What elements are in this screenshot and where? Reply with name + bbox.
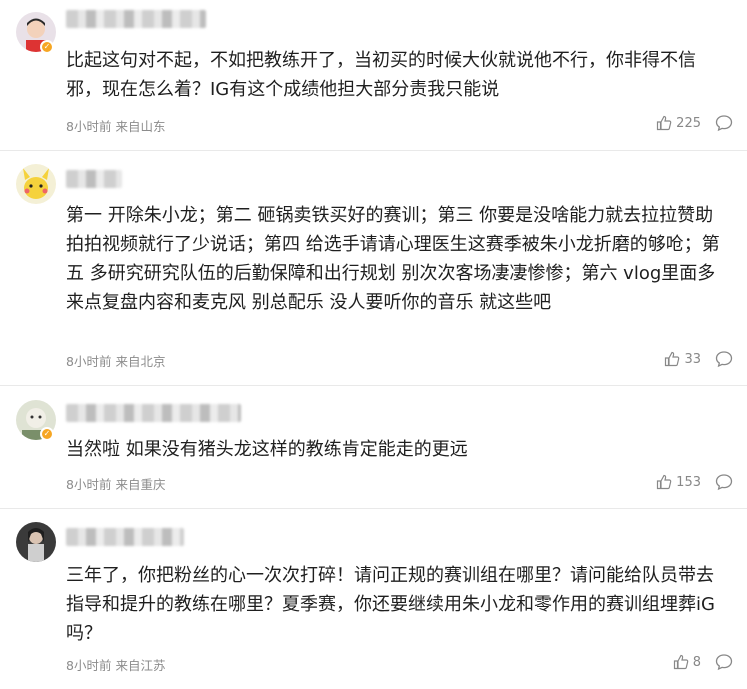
comment-meta: 8小时前 来自山东 (66, 116, 169, 135)
verified-badge-icon: ✓ (40, 427, 54, 441)
comment-item: 第一 开除朱小龙；第二 砸锅卖铁买好的赛训；第三 你要是没啥能力就去拉拉赞助拍拍… (0, 150, 747, 385)
comment-meta: 8小时前 来自江苏 (66, 655, 169, 674)
comment-location: 来自北京 (115, 354, 166, 369)
like-count: 153 (676, 474, 701, 490)
comment-location: 来自江苏 (115, 658, 166, 673)
thumbs-up-icon (657, 115, 672, 131)
like-count: 8 (692, 654, 701, 670)
comment-item: ✓ 当然啦 如果没有猪头龙这样的教练肯定能走的更远 8小时前 来自重庆 153 (0, 385, 747, 508)
comment-bubble-icon[interactable] (715, 350, 733, 368)
thumbs-up-icon (665, 351, 680, 367)
comment-item: ✓ 比起这句对不起，不如把教练开了，当初买的时候大伙就说他不行，你非得不信邪，现… (0, 0, 747, 150)
comment-item: 三年了，你把粉丝的心一次次打碎！请问正规的赛训组在哪里？请问能给队员带去指导和提… (0, 508, 747, 689)
like-count: 225 (676, 115, 701, 131)
like-button[interactable]: 153 (656, 474, 701, 490)
like-button[interactable]: 225 (656, 115, 701, 131)
avatar[interactable] (16, 164, 56, 204)
comment-meta: 8小时前 来自北京 (66, 351, 169, 370)
username-blurred[interactable] (66, 170, 122, 188)
avatar[interactable] (16, 522, 56, 562)
comment-location: 来自山东 (115, 119, 166, 134)
comment-time: 8小时前 (66, 658, 112, 673)
comment-meta: 8小时前 来自重庆 (66, 474, 169, 493)
username-blurred[interactable] (66, 404, 241, 422)
comment-bubble-icon[interactable] (715, 114, 733, 132)
comment-time: 8小时前 (66, 119, 112, 134)
username-blurred[interactable] (66, 528, 184, 546)
comment-bubble-icon[interactable] (715, 473, 733, 491)
like-count: 33 (684, 351, 701, 367)
thumbs-up-icon (657, 474, 672, 490)
username-blurred[interactable] (66, 10, 206, 28)
comment-text: 三年了，你把粉丝的心一次次打碎！请问正规的赛训组在哪里？请问能给队员带去指导和提… (66, 565, 715, 644)
comment-time: 8小时前 (66, 354, 112, 369)
verified-badge-icon: ✓ (40, 40, 54, 54)
comment-location: 来自重庆 (115, 477, 166, 492)
comment-text: 第一 开除朱小龙；第二 砸锅卖铁买好的赛训；第三 你要是没啥能力就去拉拉赞助拍拍… (66, 205, 720, 313)
comment-bubble-icon[interactable] (715, 653, 733, 671)
comment-text: 比起这句对不起，不如把教练开了，当初买的时候大伙就说他不行，你非得不信邪，现在怎… (66, 50, 696, 100)
comment-text: 当然啦 如果没有猪头龙这样的教练肯定能走的更远 (66, 439, 468, 460)
like-button[interactable]: 33 (664, 351, 701, 367)
thumbs-up-icon (673, 654, 688, 670)
comment-time: 8小时前 (66, 477, 112, 492)
like-button[interactable]: 8 (673, 654, 701, 670)
